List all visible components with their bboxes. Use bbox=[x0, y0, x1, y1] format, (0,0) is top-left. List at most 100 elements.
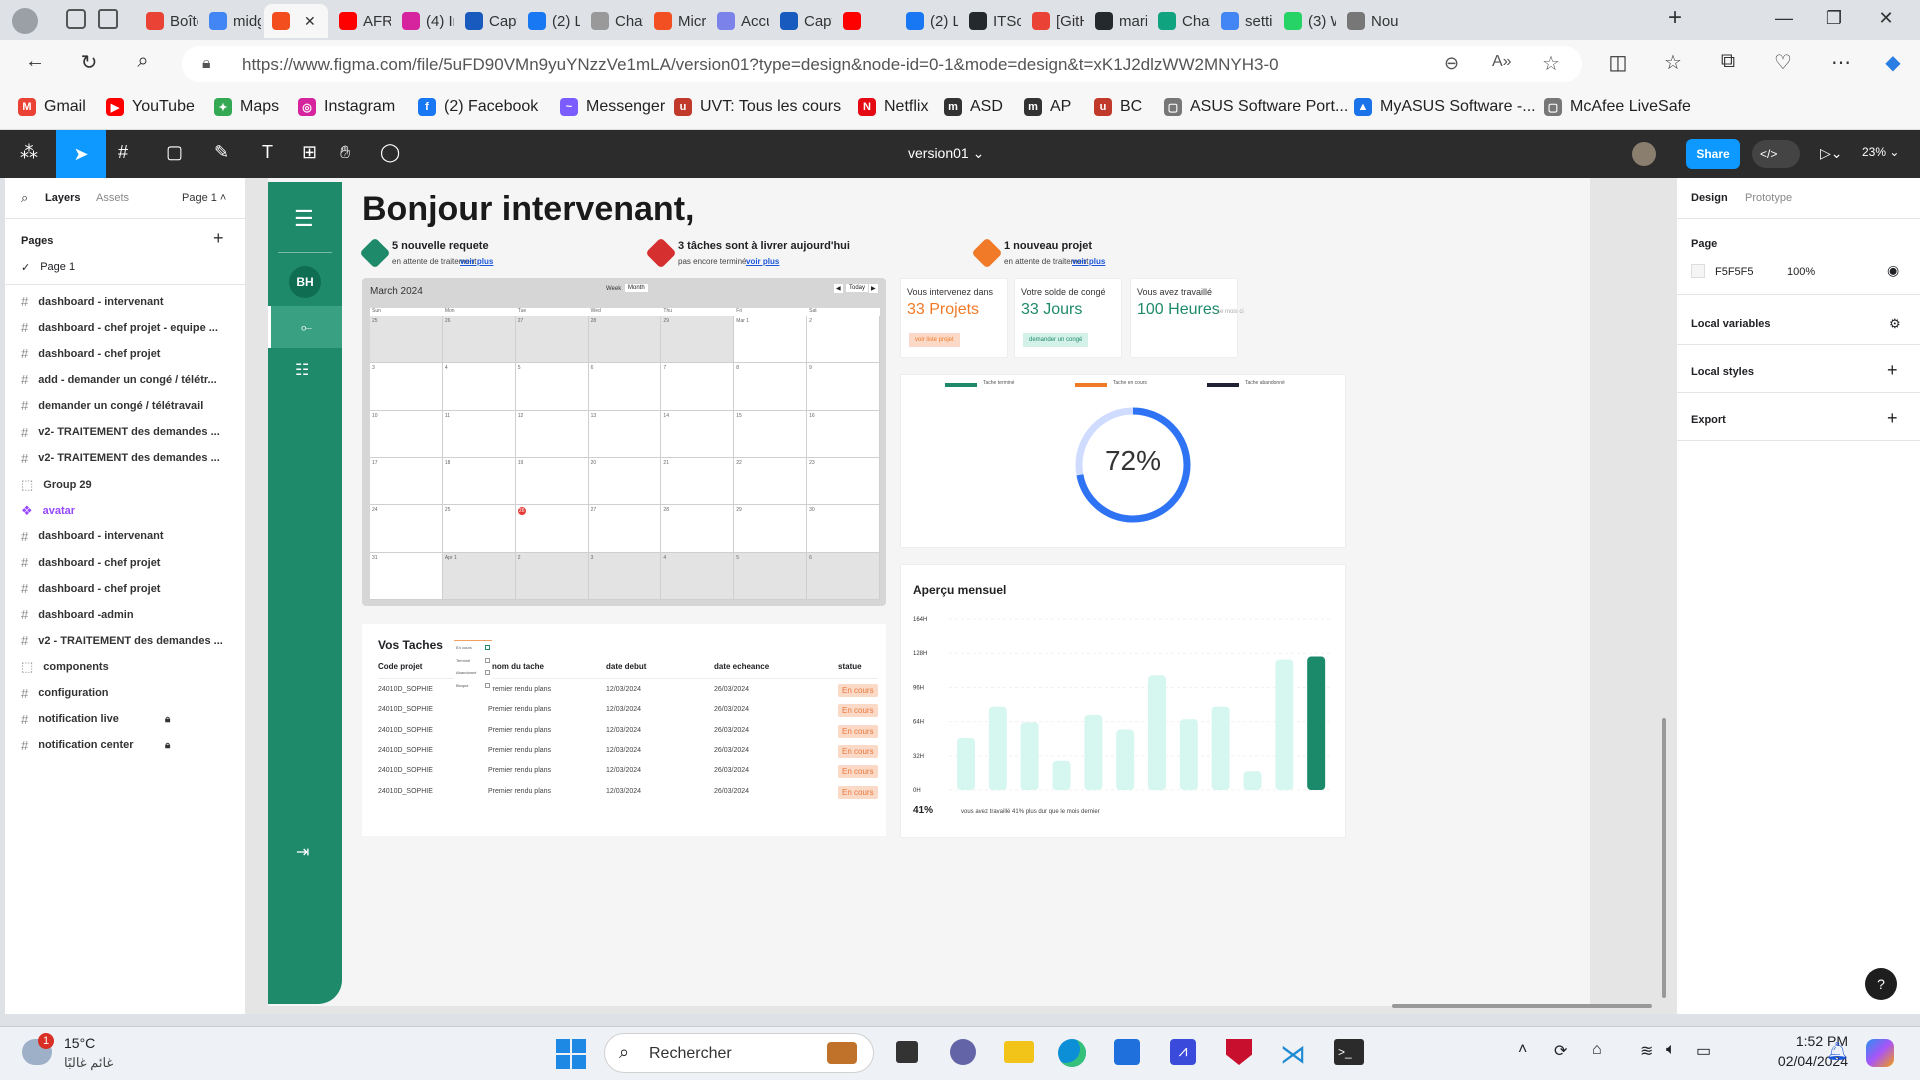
calendar-day-cell[interactable]: 19 bbox=[515, 458, 589, 506]
terminal-icon[interactable]: >_ bbox=[1334, 1039, 1364, 1065]
store-icon[interactable] bbox=[1114, 1039, 1140, 1065]
collaborator-avatar[interactable] bbox=[1632, 142, 1656, 166]
bookmark-item[interactable]: ~ Messenger bbox=[560, 98, 665, 116]
bookmark-item[interactable]: ▲ MyASUS Software -... bbox=[1354, 98, 1536, 116]
edge-icon[interactable] bbox=[1058, 1039, 1086, 1067]
bookmark-item[interactable]: f (2) Facebook bbox=[418, 98, 538, 116]
calendar-day-cell[interactable]: 28 bbox=[588, 316, 662, 364]
refresh-icon[interactable]: ↻ bbox=[74, 50, 104, 75]
view-week-button[interactable]: Week bbox=[606, 286, 621, 292]
add-page-icon[interactable]: + bbox=[213, 228, 224, 249]
logout-icon[interactable]: ⇥ bbox=[296, 842, 309, 862]
local-variables-label[interactable]: Local variables bbox=[1691, 318, 1771, 330]
zoom-level[interactable]: 23% ⌄ bbox=[1862, 145, 1899, 159]
bookmark-item[interactable]: ▶ YouTube bbox=[106, 98, 195, 116]
browser-tab[interactable]: ✕ bbox=[264, 4, 328, 38]
bookmark-item[interactable]: ◎ Instagram bbox=[298, 98, 395, 116]
maximize-icon[interactable]: ❐ bbox=[1814, 8, 1854, 29]
calendar-day-cell[interactable]: 12 bbox=[515, 410, 589, 458]
bookmark-item[interactable]: ▢ ASUS Software Port... bbox=[1164, 98, 1348, 116]
layer-item[interactable]: # dashboard - chef projet bbox=[21, 346, 241, 361]
calendar-day-cell[interactable]: 7 bbox=[661, 363, 735, 411]
view-more-link[interactable]: voir plus bbox=[746, 257, 779, 266]
browser-tab[interactable]: AFRO bbox=[331, 4, 391, 38]
teams-icon[interactable] bbox=[950, 1039, 976, 1065]
table-row[interactable]: 24010D_SOPHIE Premier rendu plans 12/03/20… bbox=[362, 785, 886, 802]
layer-item[interactable]: # dashboard - intervenant bbox=[21, 529, 241, 544]
close-window-icon[interactable]: ✕ bbox=[1866, 8, 1906, 29]
calendar-day-cell[interactable]: 17 bbox=[370, 458, 443, 506]
tab-prototype[interactable]: Prototype bbox=[1745, 192, 1792, 204]
bookmark-item[interactable]: M Gmail bbox=[18, 98, 86, 116]
bookmark-item[interactable]: u UVT: Tous les cours bbox=[674, 98, 841, 116]
export-label[interactable]: Export bbox=[1691, 414, 1726, 426]
status-filter-dropdown[interactable]: En cours Terminé Abandonné Bloqué bbox=[454, 640, 492, 694]
layer-item[interactable]: # demander un congé / télétravail bbox=[21, 398, 241, 413]
battery-icon[interactable]: ▭ bbox=[1696, 1041, 1711, 1061]
calendar-day-cell[interactable]: 26 bbox=[442, 316, 516, 364]
tray-sync-icon[interactable]: ⟳ bbox=[1554, 1041, 1567, 1061]
bookmark-item[interactable]: ▢ McAfee LiveSafe bbox=[1544, 98, 1691, 116]
bookmark-item[interactable]: m AP bbox=[1024, 98, 1071, 116]
browser-tab[interactable]: Boîte bbox=[138, 4, 198, 38]
filter-checkbox[interactable] bbox=[485, 670, 490, 675]
calendar-day-cell[interactable]: 31 bbox=[370, 552, 443, 600]
visibility-eye-icon[interactable]: ◉ bbox=[1887, 262, 1899, 279]
avatar[interactable]: BH bbox=[289, 266, 321, 298]
layer-item[interactable]: # configuration bbox=[21, 686, 241, 701]
browser-tab[interactable]: (3) W bbox=[1276, 4, 1336, 38]
calendar-day-cell[interactable]: 26 bbox=[515, 505, 589, 553]
browser-tab[interactable]: midg bbox=[201, 4, 261, 38]
calendar-day-cell[interactable]: 29 bbox=[661, 316, 735, 364]
table-row[interactable]: 24010D_SOPHIE Premier rendu plans 12/03/20… bbox=[362, 684, 886, 700]
layer-item[interactable]: # v2 - TRAITEMENT des demandes ... bbox=[21, 633, 241, 648]
calendar-day-cell[interactable]: 8 bbox=[734, 363, 808, 411]
calendar-day-cell[interactable]: 16 bbox=[807, 410, 880, 458]
calendar-day-cell[interactable]: 15 bbox=[734, 410, 808, 458]
calendar-day-cell[interactable]: Apr 1 bbox=[442, 552, 516, 600]
page-opacity-value[interactable]: 100% bbox=[1787, 266, 1815, 278]
text-tool-icon[interactable]: T bbox=[262, 142, 273, 163]
collections-icon[interactable]: ⧉ bbox=[1713, 50, 1743, 73]
tab-actions-icon[interactable] bbox=[98, 9, 118, 29]
url-bar[interactable]: 🔒︎ https://www.figma.com/file/5uFD90VMn9… bbox=[182, 46, 1582, 82]
tab-layers[interactable]: Layers bbox=[45, 192, 80, 204]
weather-desc[interactable]: غائم غالبًا bbox=[64, 1055, 113, 1071]
present-icon[interactable]: ▷⌄ bbox=[1820, 145, 1843, 162]
browser-tab[interactable]: Nou bbox=[1339, 4, 1399, 38]
hand-tool-icon[interactable]: ✋︎ bbox=[340, 142, 350, 163]
add-style-icon[interactable]: + bbox=[1887, 360, 1898, 381]
browser-tab[interactable]: mari bbox=[1087, 4, 1147, 38]
next-month-icon[interactable]: ▶ bbox=[869, 284, 878, 293]
page-color-swatch[interactable] bbox=[1691, 264, 1705, 278]
browser-tab[interactable]: Chat bbox=[583, 4, 643, 38]
layer-item[interactable]: # dashboard -admin bbox=[21, 607, 241, 622]
add-export-icon[interactable]: + bbox=[1887, 408, 1898, 429]
page-selector[interactable]: Page 1 ˄ bbox=[182, 192, 226, 204]
browser-tab[interactable]: setti bbox=[1213, 4, 1273, 38]
table-row[interactable]: 24010D_SOPHIE Premier rendu plans 12/03/20… bbox=[362, 704, 886, 720]
favorite-star-icon[interactable]: ☆ bbox=[1542, 51, 1560, 76]
dev-mode-toggle[interactable]: </> bbox=[1752, 140, 1800, 168]
browser-tab[interactable]: Micr bbox=[646, 4, 706, 38]
calendar-day-cell[interactable]: 22 bbox=[734, 458, 808, 506]
layer-item[interactable]: # dashboard - chef projet bbox=[21, 581, 241, 596]
filter-option[interactable]: Abandonné bbox=[456, 670, 490, 675]
calendar-day-cell[interactable]: 2 bbox=[515, 552, 589, 600]
calendar-day-cell[interactable]: 4 bbox=[661, 552, 735, 600]
layer-item[interactable]: # notification center 🔒︎ bbox=[21, 738, 241, 753]
stat-action-button[interactable]: voir liste projet bbox=[909, 333, 960, 347]
tray-network-status-icon[interactable]: ⌂ bbox=[1592, 1041, 1602, 1059]
help-button[interactable]: ? bbox=[1865, 968, 1897, 1000]
vertical-scrollbar[interactable] bbox=[1662, 718, 1666, 998]
bookmark-item[interactable]: u BC bbox=[1094, 98, 1142, 116]
back-icon[interactable]: ← bbox=[20, 50, 50, 73]
copilot-icon[interactable]: ◆ bbox=[1878, 50, 1908, 75]
browser-tab[interactable]: Capt bbox=[457, 4, 517, 38]
prev-month-icon[interactable]: ◀ bbox=[834, 284, 843, 293]
calendar-day-cell[interactable]: 25 bbox=[370, 316, 443, 364]
tab-assets[interactable]: Assets bbox=[96, 192, 129, 204]
share-button[interactable]: Share bbox=[1686, 139, 1740, 169]
page-item-current[interactable]: ✓ Page 1 bbox=[21, 261, 75, 274]
wifi-icon[interactable]: ≋ bbox=[1640, 1041, 1653, 1061]
